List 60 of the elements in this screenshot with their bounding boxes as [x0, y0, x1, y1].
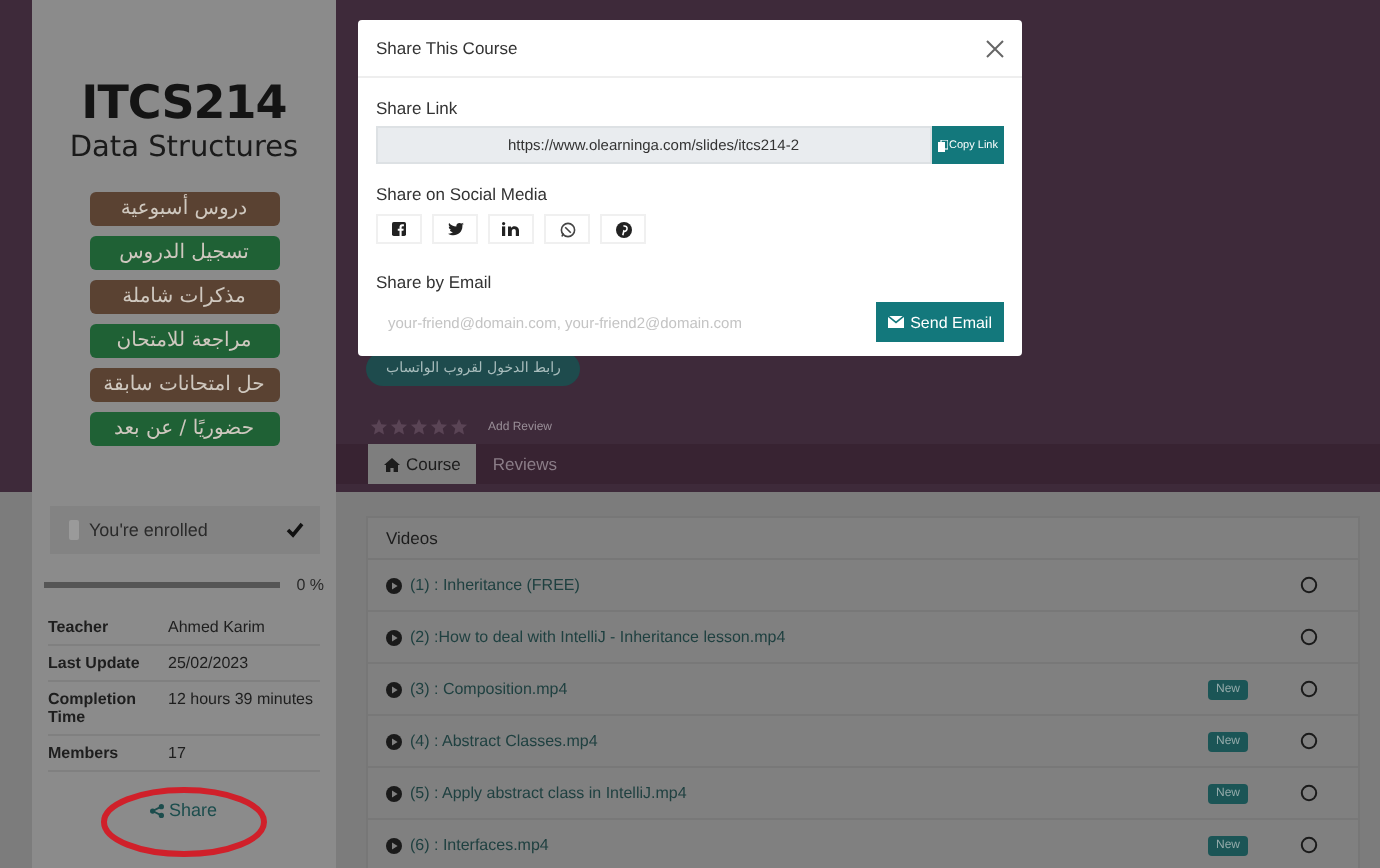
course-code: ITCS214	[81, 80, 287, 128]
detail-value: 12 hours 39 minutes	[168, 681, 320, 735]
tab[interactable]: Course	[368, 444, 477, 484]
copy-icon	[937, 139, 948, 151]
video-title: (6) : Interfaces.mp4	[410, 836, 551, 854]
facebook-icon	[392, 222, 406, 236]
share-icon	[150, 803, 165, 817]
progress-reading: 0 %	[296, 576, 324, 594]
star-icon	[370, 418, 388, 436]
envelope-icon	[888, 316, 905, 328]
video-row[interactable]: (2) :How to deal with IntelliJ - Inheritance lesson.mp4	[368, 612, 1358, 664]
play-icon	[386, 785, 402, 801]
detail-label: Completion Time	[48, 681, 168, 735]
close-icon	[986, 39, 1004, 57]
star-icon	[430, 418, 448, 436]
course-link-button[interactable]: حل امتحانات سابقة	[89, 368, 279, 402]
video-title: (1) : Inheritance (FREE)	[410, 576, 582, 594]
star-icon	[390, 418, 408, 436]
dialog-title: Share This Course	[376, 38, 520, 58]
course-link-button[interactable]: تسجيل الدروس	[89, 236, 279, 270]
twitter-icon	[447, 222, 463, 236]
video-title: (4) : Abstract Classes.mp4	[410, 732, 600, 750]
play-icon	[386, 577, 402, 593]
detail-label: Members	[48, 735, 168, 771]
video-row[interactable]: (1) : Inheritance (FREE)	[368, 560, 1358, 612]
social-share-button[interactable]	[376, 214, 422, 244]
play-icon	[386, 629, 402, 645]
play-icon	[386, 733, 402, 749]
home-icon	[384, 457, 400, 471]
video-title: (3) : Composition.mp4	[410, 680, 570, 698]
share-link[interactable]: Share	[150, 800, 218, 820]
detail-value: 17	[168, 735, 320, 771]
section-label: Share by Email	[376, 270, 494, 296]
social-share-button[interactable]	[600, 214, 646, 244]
linkedin-icon	[502, 222, 520, 236]
video-title: (2) :How to deal with IntelliJ - Inheritance lesson.mp4	[410, 628, 788, 646]
detail-label: Last Update	[48, 645, 168, 681]
course-link-button[interactable]: دروس أسبوعية	[89, 192, 279, 226]
close-button[interactable]	[986, 39, 1004, 57]
star-icon	[410, 418, 428, 436]
play-icon	[386, 837, 402, 853]
detail-value: 25/02/2023	[168, 645, 320, 681]
tab[interactable]: Reviews	[476, 444, 574, 484]
detail-label: Teacher	[48, 610, 168, 645]
video-title: (5) : Apply abstract class in IntelliJ.mp4	[410, 784, 689, 802]
section-label: Share Link	[376, 96, 460, 122]
course-link-button[interactable]: حضوريًا / عن بعد	[89, 412, 279, 446]
course-title: Data Structures	[69, 130, 299, 168]
enrolled-label: You're enrolled	[89, 520, 210, 540]
course-link-button[interactable]: مذكرات شاملة	[89, 280, 279, 314]
detail-value: Ahmed Karim	[168, 610, 320, 645]
play-icon	[386, 681, 402, 697]
send-email-button[interactable]: Send Email	[876, 302, 1004, 342]
course-link-button[interactable]: مراجعة للامتحان	[89, 324, 279, 358]
panel-title: Videos	[368, 518, 1358, 560]
star-icon	[450, 418, 468, 436]
section-label: Share on Social Media	[376, 182, 550, 208]
social-share-button[interactable]	[432, 214, 478, 244]
social-share-button[interactable]	[544, 214, 590, 244]
social-share-button[interactable]	[488, 214, 534, 244]
